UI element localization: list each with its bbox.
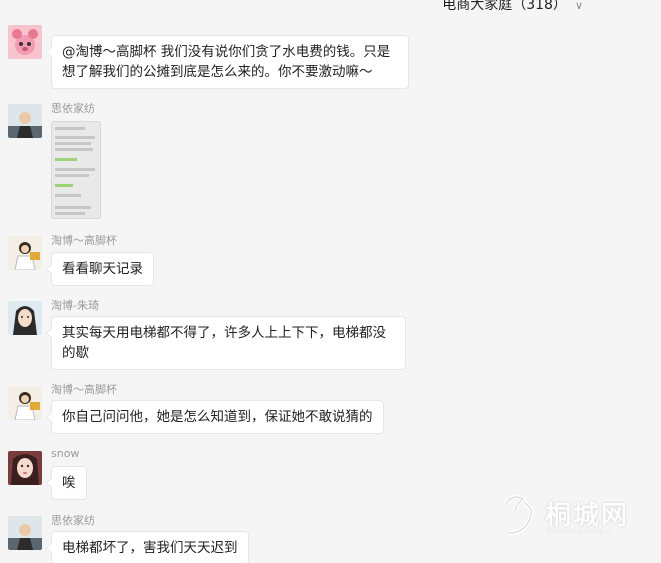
- sender-name: snow: [51, 447, 80, 460]
- avatar[interactable]: [8, 104, 42, 138]
- message-text: 其实每天用电梯都不得了，许多人上上下下，电梯都没的歇: [62, 325, 386, 361]
- message-text: 看看聊天记录: [62, 261, 143, 277]
- avatar[interactable]: [8, 236, 42, 270]
- message-text: @淘博～高脚杯 我们没有说你们贪了水电费的钱。只是想了解我们的公摊到底是怎么来的…: [62, 44, 391, 80]
- group-name: 电商大家庭（318）: [442, 0, 567, 13]
- avatar[interactable]: [8, 516, 42, 550]
- sender-name: 思依家纺: [51, 102, 95, 115]
- chat-title[interactable]: 电商大家庭（318） ∨: [442, 0, 583, 14]
- message-text: 电梯都坏了，害我们天天迟到: [62, 540, 238, 556]
- watermark-url: www.tongcheng.cc: [547, 527, 614, 535]
- chevron-down-icon[interactable]: ∨: [575, 0, 583, 12]
- avatar[interactable]: [8, 451, 42, 485]
- sender-name: 淘博～高脚杯: [51, 234, 117, 247]
- message-text: 唉: [62, 475, 76, 491]
- message-bubble[interactable]: 唉: [46, 466, 87, 500]
- sender-name: 淘博～高脚杯: [51, 383, 117, 396]
- avatar[interactable]: [8, 301, 42, 335]
- sender-name: 思依家纺: [51, 514, 95, 527]
- avatar[interactable]: [8, 25, 42, 59]
- message-bubble[interactable]: 电梯都坏了，害我们天天迟到: [46, 531, 249, 563]
- watermark-logo-icon: [503, 495, 534, 535]
- message-bubble[interactable]: 其实每天用电梯都不得了，许多人上上下下，电梯都没的歇: [46, 316, 406, 370]
- chat-screenshot-thumbnail[interactable]: [51, 121, 101, 219]
- avatar[interactable]: [8, 386, 42, 420]
- message-bubble[interactable]: 看看聊天记录: [46, 252, 154, 286]
- message-text: 你自己问问他，她是怎么知道到，保证她不敢说猜的: [62, 409, 373, 425]
- watermark: 桐城网 www.tongcheng.cc: [499, 491, 649, 541]
- message-bubble[interactable]: 你自己问问他，她是怎么知道到，保证她不敢说猜的: [46, 400, 384, 434]
- sender-name: 淘博-朱琦: [51, 299, 99, 312]
- message-bubble[interactable]: @淘博～高脚杯 我们没有说你们贪了水电费的钱。只是想了解我们的公摊到底是怎么来的…: [46, 35, 409, 89]
